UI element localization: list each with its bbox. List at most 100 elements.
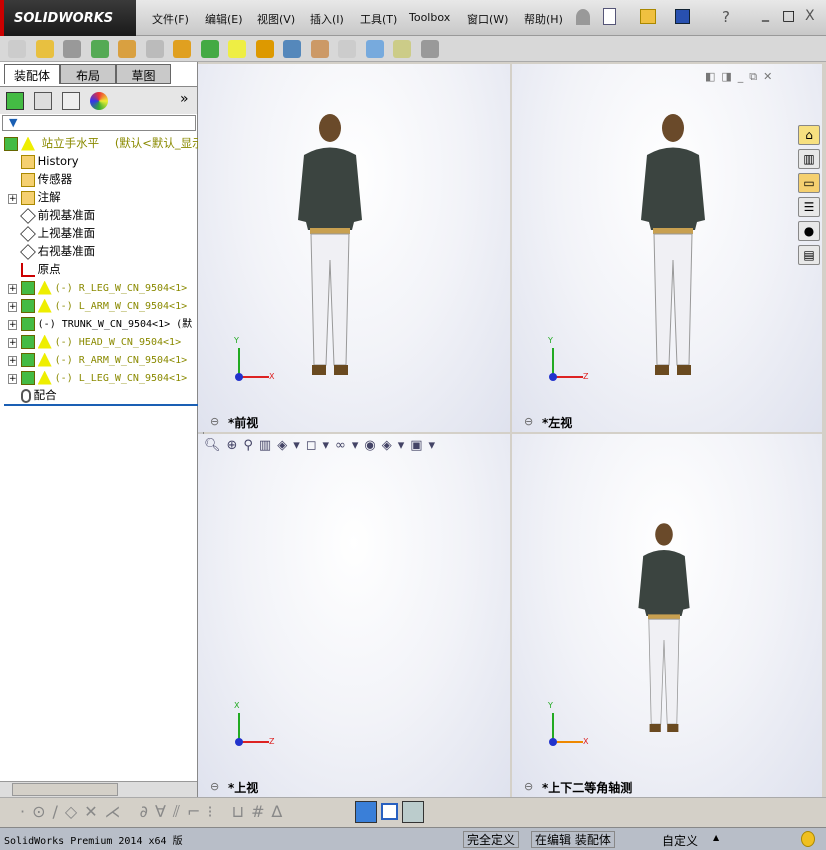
- expand-toggle[interactable]: +: [8, 338, 17, 348]
- component-item[interactable]: + (-) L_LEG_W_CN_9504<1>: [8, 368, 187, 386]
- expand-toggle[interactable]: +: [8, 320, 17, 330]
- component-label: (-) L_LEG_W_CN_9504<1>: [54, 373, 188, 384]
- viewport-front[interactable]: Y X ⊖ *前视: [198, 64, 510, 432]
- units-arrow-icon[interactable]: ▲: [713, 833, 719, 842]
- menu-edit[interactable]: 编辑(E): [205, 11, 243, 27]
- right-shoe: [677, 365, 691, 375]
- mates-folder[interactable]: 配合: [8, 386, 57, 404]
- instant3d-icon[interactable]: [420, 40, 439, 58]
- pin-icon[interactable]: [576, 9, 590, 25]
- move-component-icon[interactable]: [145, 40, 164, 58]
- tab-assembly[interactable]: 装配体: [4, 64, 60, 84]
- expand-toggle[interactable]: +: [8, 194, 17, 204]
- feature-manager-tab-icon[interactable]: [6, 92, 24, 110]
- property-manager-tab-icon[interactable]: [34, 92, 52, 110]
- component-item[interactable]: + (-) HEAD_W_CN_9504<1>: [8, 332, 181, 350]
- tree-item-origin[interactable]: 原点: [8, 260, 61, 278]
- warning-icon: [37, 280, 52, 295]
- view-palette-icon[interactable]: ☰: [798, 197, 820, 217]
- viewport-isometric[interactable]: Y X ⊖ *上下二等角轴测: [512, 434, 822, 797]
- menu-file[interactable]: 文件(F): [152, 11, 189, 27]
- exploded-view-icon[interactable]: [310, 40, 329, 58]
- menu-tools[interactable]: 工具(T): [360, 11, 397, 27]
- part-icon: [20, 298, 35, 313]
- link-view-icon[interactable]: ⊖: [524, 415, 533, 428]
- component-item[interactable]: + (-) R_LEG_W_CN_9504<1>: [8, 278, 187, 296]
- solidworks-logo[interactable]: SOLIDWORKS: [0, 0, 136, 36]
- viewport-left[interactable]: Y Z ⊖ *左视: [512, 64, 822, 432]
- part-icon: [20, 352, 35, 367]
- new-document-icon[interactable]: [603, 8, 616, 25]
- help-button[interactable]: ?: [722, 8, 730, 26]
- custom-properties-icon[interactable]: ▤: [798, 245, 820, 265]
- viewport-window-controls[interactable]: ◧◨_⧉✕: [705, 70, 778, 84]
- tree-item-folder[interactable]: History: [8, 152, 79, 170]
- close-button[interactable]: X: [805, 8, 815, 24]
- human-model[interactable]: [632, 520, 696, 740]
- scroll-thumb[interactable]: [12, 783, 118, 796]
- viewport-top[interactable]: X Z ⊖ *上视 🔍︎⊕⚲▥◈▾◻▾∞▾◉◈▾▣▾: [198, 434, 510, 797]
- insert-component-icon[interactable]: [8, 40, 26, 58]
- display-manager-tab-icon[interactable]: [90, 92, 108, 110]
- expand-toggle[interactable]: +: [8, 356, 17, 366]
- expand-toggle[interactable]: +: [8, 284, 17, 294]
- assembly-features-icon[interactable]: [200, 40, 219, 58]
- explode-line-icon[interactable]: [338, 40, 356, 58]
- component-item[interactable]: + (-) L_ARM_W_CN_9504<1>: [8, 296, 187, 314]
- tree-item-folder[interactable]: 传感器: [8, 170, 72, 188]
- editing-status: 在编辑 装配体: [531, 831, 615, 848]
- tree-item-label: History: [37, 154, 79, 168]
- new-part-icon[interactable]: [35, 40, 54, 58]
- 3d-sketch-plane-icon[interactable]: [381, 803, 398, 820]
- expand-chevron-icon[interactable]: »: [180, 91, 189, 107]
- linear-pattern-icon[interactable]: [90, 40, 109, 58]
- human-model[interactable]: [290, 110, 370, 385]
- menu-insert[interactable]: 插入(I): [310, 11, 344, 27]
- filter-icon[interactable]: ▼: [9, 116, 17, 129]
- heads-up-view-toolbar[interactable]: 🔍︎⊕⚲▥◈▾◻▾∞▾◉◈▾▣▾: [204, 438, 441, 453]
- solidworks-resources-icon[interactable]: ⌂: [798, 125, 820, 145]
- appearances-icon[interactable]: ●: [798, 221, 820, 241]
- menu-toolbox[interactable]: Toolbox: [409, 11, 450, 24]
- reference-geometry-icon[interactable]: [228, 40, 246, 58]
- tree-root[interactable]: 站立手水平 (默认<默认_显示: [4, 134, 204, 152]
- link-view-icon[interactable]: ⊖: [210, 780, 219, 793]
- layout-icon[interactable]: [402, 801, 424, 823]
- tab-sketch[interactable]: 草图: [116, 64, 171, 84]
- clearance-verification-icon[interactable]: [393, 40, 411, 58]
- menu-window[interactable]: 窗口(W): [467, 11, 508, 27]
- sketch-tools-icons[interactable]: ·⊙/◇✕⋌ ∂∀⫽⌐⁝ ⊔#∆: [20, 802, 289, 822]
- design-library-icon[interactable]: ▥: [798, 149, 820, 169]
- component-item[interactable]: + (-) TRUNK_W_CN_9504<1> (默: [8, 314, 192, 332]
- file-explorer-icon[interactable]: ▭: [798, 173, 820, 193]
- configuration-manager-tab-icon[interactable]: [62, 92, 80, 110]
- tree-item-folder[interactable]: + 注解: [8, 188, 61, 206]
- tab-layout[interactable]: 布局: [60, 64, 116, 84]
- root-config: (默认<默认_显示: [114, 136, 204, 150]
- bill-of-materials-icon[interactable]: [283, 40, 301, 58]
- minimize-button[interactable]: _: [762, 6, 769, 22]
- menu-view[interactable]: 视图(V): [257, 11, 295, 27]
- expand-toggle[interactable]: +: [8, 302, 17, 312]
- expand-toggle[interactable]: +: [8, 374, 17, 384]
- human-model[interactable]: [633, 110, 713, 385]
- rebuild-tag-icon[interactable]: [801, 831, 815, 847]
- open-folder-icon[interactable]: [640, 9, 656, 24]
- tree-item-plane[interactable]: 右视基准面: [8, 242, 95, 260]
- link-view-icon[interactable]: ⊖: [524, 780, 533, 793]
- save-icon[interactable]: [675, 9, 690, 24]
- units-selector[interactable]: 自定义: [662, 832, 698, 849]
- smart-fasteners-icon[interactable]: [118, 40, 136, 58]
- menu-help[interactable]: 帮助(H): [524, 11, 563, 27]
- mate-icon[interactable]: [63, 40, 81, 58]
- restore-button[interactable]: □: [782, 8, 795, 24]
- interference-detection-icon[interactable]: [365, 40, 384, 58]
- tree-item-plane[interactable]: 上视基准面: [8, 224, 95, 242]
- component-item[interactable]: + (-) R_ARM_W_CN_9504<1>: [8, 350, 187, 368]
- new-motion-study-icon[interactable]: [255, 40, 274, 58]
- show-hidden-icon[interactable]: [173, 40, 191, 58]
- horizontal-scrollbar[interactable]: [0, 781, 197, 797]
- link-view-icon[interactable]: ⊖: [210, 415, 219, 428]
- tree-item-plane[interactable]: 前视基准面: [8, 206, 95, 224]
- shaded-sketch-contours-icon[interactable]: [355, 801, 377, 823]
